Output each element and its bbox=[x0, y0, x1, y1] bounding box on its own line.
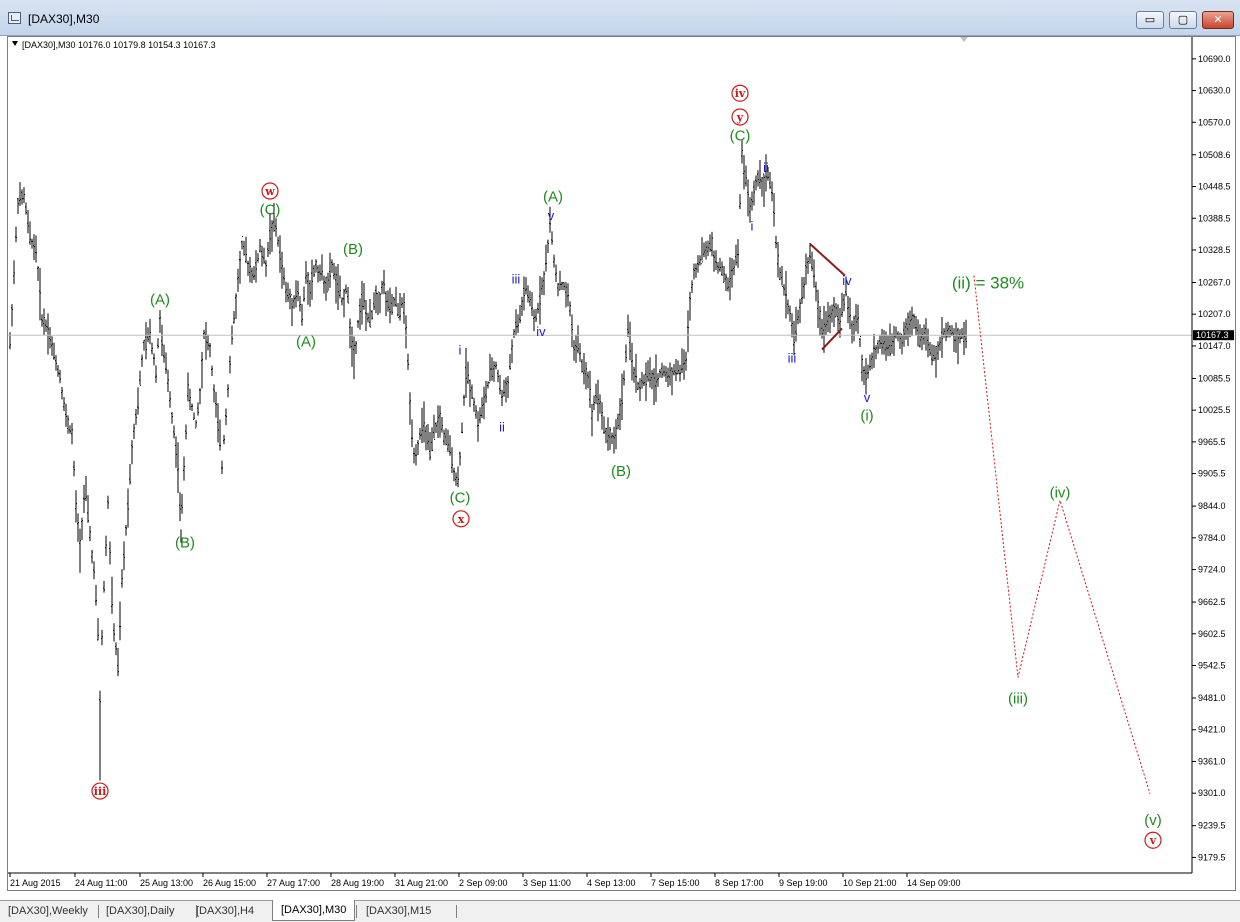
y-tick-label: 9179.5 bbox=[1198, 852, 1226, 862]
wave-label: (B) bbox=[611, 463, 631, 480]
y-tick-label: 10508.6 bbox=[1198, 150, 1231, 160]
chart-tab[interactable]: [DAX30],M30 bbox=[272, 900, 356, 921]
wave-label: (C) bbox=[730, 128, 751, 145]
triangle-lower-line bbox=[821, 327, 843, 351]
x-tick-label: 14 Sep 09:00 bbox=[907, 878, 961, 888]
wave-label: iii bbox=[512, 271, 521, 286]
wave-label: y bbox=[736, 111, 744, 124]
wave-label: iv bbox=[735, 87, 746, 100]
y-tick-label: 10267.0 bbox=[1198, 277, 1231, 287]
wave-label: (iii) bbox=[1008, 691, 1028, 708]
x-tick-label: 28 Aug 19:00 bbox=[331, 878, 384, 888]
shift-marker-icon[interactable] bbox=[960, 37, 968, 42]
y-tick-label: 9361.0 bbox=[1198, 756, 1226, 766]
wave-label: ii bbox=[763, 160, 769, 175]
wave-label: iii bbox=[94, 785, 107, 798]
wave-label: (C) bbox=[260, 202, 281, 219]
wave-label: v bbox=[548, 208, 555, 223]
chart-tab[interactable]: [DAX30],Weekly bbox=[6, 903, 90, 920]
tab-separator bbox=[456, 905, 457, 918]
wave-label: (B) bbox=[175, 535, 195, 552]
y-tick-label: 10630.0 bbox=[1198, 86, 1231, 96]
x-tick-label: 31 Aug 21:00 bbox=[395, 878, 448, 888]
chart-area[interactable]: (A) (B) (C) w (A) (B) i ii iii iv v (A) (C) x (B) iv y (C… bbox=[7, 36, 1236, 891]
wave-label: (i) bbox=[860, 408, 873, 425]
y-tick-label: 9542.5 bbox=[1198, 661, 1226, 671]
y-tick-label: 9844.0 bbox=[1198, 501, 1226, 511]
y-tick-label: 10448.5 bbox=[1198, 182, 1231, 192]
window-title: [DAX30],M30 bbox=[28, 12, 100, 26]
wave-label: (A) bbox=[150, 291, 170, 308]
close-icon: ✕ bbox=[1213, 13, 1223, 26]
x-tick-label: 9 Sep 19:00 bbox=[779, 878, 828, 888]
wave-label: (B) bbox=[343, 241, 363, 258]
x-tick-label: 21 Aug 2015 bbox=[10, 878, 61, 888]
x-tick-label: 8 Sep 17:00 bbox=[715, 878, 764, 888]
y-tick-label: 9301.0 bbox=[1198, 788, 1226, 798]
wave-label: x bbox=[458, 513, 465, 526]
x-tick-label: 7 Sep 15:00 bbox=[651, 878, 700, 888]
wave-label: (v) bbox=[1144, 812, 1162, 829]
y-tick-label: 9239.5 bbox=[1198, 821, 1226, 831]
y-tick-label: 10388.5 bbox=[1198, 213, 1231, 223]
close-button[interactable]: ✕ bbox=[1202, 11, 1234, 29]
y-tick-label: 9602.5 bbox=[1198, 629, 1226, 639]
y-tick-label: 10328.5 bbox=[1198, 245, 1231, 255]
minimize-button[interactable]: ▭ bbox=[1136, 11, 1164, 29]
wave-label: (iv) bbox=[1050, 484, 1071, 501]
y-tick-label: 9965.5 bbox=[1198, 437, 1226, 447]
current-price-label: 10167.3 bbox=[1196, 330, 1229, 340]
y-tick-label: 9481.0 bbox=[1198, 693, 1226, 703]
y-tick-label: 10690.0 bbox=[1198, 54, 1231, 64]
chart-tab-bar: [DAX30],Weekly [DAX30],Daily [DAX30],H4 [DA… bbox=[0, 900, 1240, 922]
x-tick-label: 24 Aug 11:00 bbox=[75, 878, 127, 888]
wave-label: iv bbox=[536, 324, 546, 339]
x-tick-label: 25 Aug 13:00 bbox=[140, 878, 193, 888]
projection-path bbox=[973, 275, 1151, 794]
x-tick-label: 2 Sep 09:00 bbox=[459, 878, 508, 888]
y-tick-label: 10085.5 bbox=[1198, 373, 1231, 383]
tab-separator bbox=[98, 905, 99, 918]
y-tick-label: 9662.5 bbox=[1198, 597, 1226, 607]
maximize-button[interactable]: ▢ bbox=[1169, 11, 1197, 29]
wave-label: iv bbox=[842, 273, 852, 288]
header-dropdown-icon[interactable] bbox=[12, 41, 18, 46]
maximize-icon: ▢ bbox=[1177, 13, 1189, 26]
chart-tab[interactable]: [DAX30],H4 bbox=[194, 903, 256, 920]
chart-window-icon bbox=[8, 12, 21, 24]
y-tick-label: 10207.0 bbox=[1198, 309, 1231, 319]
triangle-upper-line bbox=[809, 243, 846, 277]
wave-label: v bbox=[864, 390, 871, 405]
chart-tab[interactable]: [DAX30],Daily bbox=[104, 903, 176, 920]
x-tick-label: 3 Sep 11:00 bbox=[523, 878, 571, 888]
y-tick-label: 9784.0 bbox=[1198, 533, 1226, 543]
x-tick-label: 4 Sep 13:00 bbox=[587, 878, 636, 888]
wave-label: i bbox=[459, 343, 462, 358]
x-tick-label: 27 Aug 17:00 bbox=[267, 878, 320, 888]
wave-label: w bbox=[264, 185, 275, 198]
wave-label: (A) bbox=[296, 334, 316, 351]
window-title-bar: [DAX30],M30 ▭ ▢ ✕ bbox=[0, 0, 1240, 36]
wave-label: ii bbox=[499, 419, 505, 434]
wave-label: (A) bbox=[543, 188, 563, 205]
wave-label: (C) bbox=[450, 490, 471, 507]
tab-separator bbox=[356, 905, 357, 918]
minimize-icon: ▭ bbox=[1144, 13, 1156, 26]
y-tick-label: 9905.5 bbox=[1198, 469, 1226, 479]
y-tick-label: 10025.5 bbox=[1198, 405, 1231, 415]
y-tick-label: 9724.0 bbox=[1198, 565, 1226, 575]
wave-label: iii bbox=[788, 351, 797, 366]
y-tick-label: 10147.0 bbox=[1198, 341, 1231, 351]
wave-label: v bbox=[1149, 834, 1157, 847]
wave-label: i bbox=[751, 218, 754, 233]
x-tick-label: 10 Sep 21:00 bbox=[843, 878, 897, 888]
x-tick-label: 26 Aug 15:00 bbox=[203, 878, 256, 888]
y-tick-label: 9421.0 bbox=[1198, 725, 1226, 735]
chart-header-ohlc: [DAX30],M30 10176.0 10179.8 10154.3 1016… bbox=[22, 40, 216, 50]
chart-tab[interactable]: [DAX30],M15 bbox=[364, 903, 433, 920]
wave-label: (ii) = 38% bbox=[952, 274, 1024, 293]
price-chart[interactable]: (A)(B)(C)w(A)(B)iiiiiiivv(A)(C)x(B)ivy(C… bbox=[8, 37, 1235, 890]
y-tick-label: 10570.0 bbox=[1198, 117, 1231, 127]
